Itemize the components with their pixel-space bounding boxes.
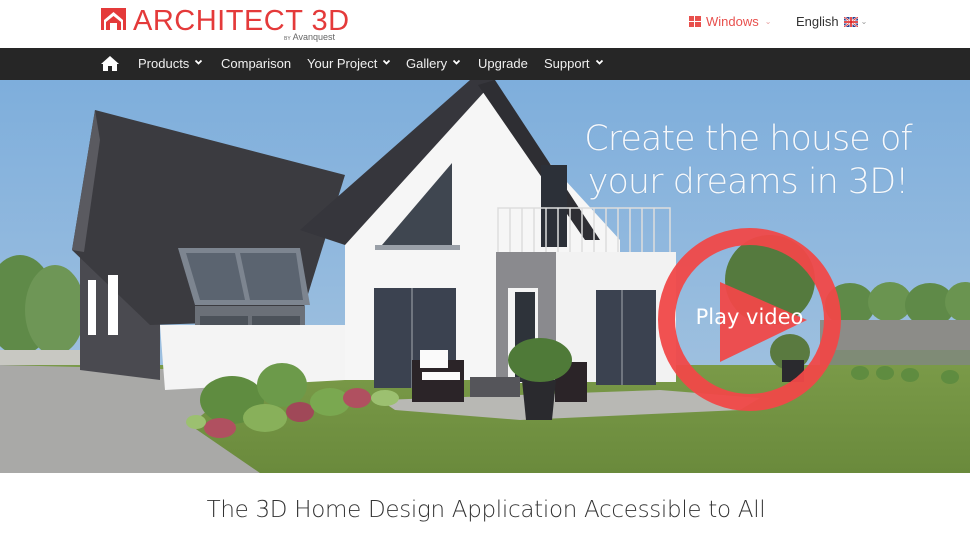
play-video-button[interactable]: Play video <box>657 227 842 412</box>
chevron-down-icon <box>383 59 391 65</box>
byline-company: Avanquest <box>292 32 336 42</box>
hero-banner: Create the house of your dreams in 3D! P… <box>0 80 970 473</box>
play-video-label: Play video <box>695 305 804 329</box>
main-navigation: Products Comparison Your Project Gallery… <box>0 48 970 80</box>
hero-headline: Create the house of your dreams in 3D! <box>580 118 916 204</box>
brand-logo[interactable]: ARCHITECT 3D BY Avanquest <box>101 4 351 44</box>
patio-door-right <box>596 290 656 385</box>
chevron-down-icon <box>453 59 461 65</box>
language-selector[interactable]: English ⌄ <box>796 14 867 29</box>
platform-label: Windows <box>706 14 759 29</box>
nav-item-label: Gallery <box>406 56 448 71</box>
top-bar: ARCHITECT 3D BY Avanquest Windows ⌄ Engli… <box>0 0 970 48</box>
nav-item-label: Comparison <box>221 56 292 71</box>
nav-item-label: Products <box>138 56 190 71</box>
brand-byline: BY Avanquest <box>284 32 335 42</box>
byline-prefix: BY <box>284 36 291 42</box>
nav-item-products[interactable]: Products <box>138 48 203 80</box>
nav-item-your-project[interactable]: Your Project <box>307 48 391 80</box>
nav-item-label: Your Project <box>307 56 378 71</box>
uk-flag-icon <box>843 16 858 27</box>
garden-wall <box>820 320 970 350</box>
planter <box>522 380 556 420</box>
hero-headline-line2: your dreams in 3D! <box>587 162 909 202</box>
chevron-down-icon <box>595 59 603 65</box>
language-label: English <box>796 14 839 29</box>
home-icon[interactable] <box>101 55 119 72</box>
nav-item-gallery[interactable]: Gallery <box>406 48 461 80</box>
chevron-down-icon: ⌄ <box>764 17 772 26</box>
nav-item-upgrade[interactable]: Upgrade <box>478 48 528 80</box>
platform-selector[interactable]: Windows ⌄ <box>689 14 771 29</box>
chevron-down-icon <box>195 59 203 65</box>
nav-item-support[interactable]: Support <box>544 48 603 80</box>
house-logo-icon <box>101 8 126 30</box>
hero-headline-line1: Create the house of <box>584 119 912 159</box>
windows-icon <box>689 16 701 27</box>
nav-item-comparison[interactable]: Comparison <box>221 48 291 80</box>
chevron-down-icon: ⌄ <box>860 17 868 26</box>
page-tagline: The 3D Home Design Application Accessibl… <box>206 497 766 523</box>
nav-item-label: Support <box>544 56 590 71</box>
nav-item-label: Upgrade <box>478 56 528 71</box>
